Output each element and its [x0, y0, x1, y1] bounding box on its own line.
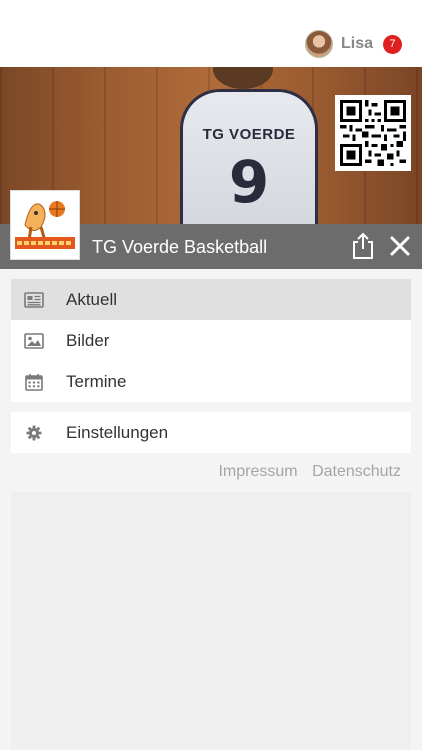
- user-name[interactable]: Lisa: [341, 35, 373, 53]
- impressum-link[interactable]: Impressum: [218, 463, 297, 480]
- menu-label-termine: Termine: [66, 371, 127, 391]
- image-icon: [24, 331, 44, 351]
- notification-badge[interactable]: 7: [383, 34, 402, 54]
- menu-item-termine[interactable]: Termine: [11, 361, 411, 402]
- share-icon: [353, 232, 373, 259]
- settings-menu: Einstellungen: [11, 412, 411, 453]
- newspaper-icon: [24, 290, 44, 310]
- gear-icon: [24, 423, 44, 443]
- footer-links: Impressum Datenschutz: [218, 463, 401, 481]
- player-jersey: TG VOERDE 9: [180, 89, 318, 224]
- menu-label-aktuell: Aktuell: [66, 289, 118, 309]
- datenschutz-link[interactable]: Datenschutz: [312, 463, 401, 480]
- content-placeholder: [11, 492, 411, 750]
- menu-item-einstellungen[interactable]: Einstellungen: [11, 412, 411, 453]
- jersey-team-text: TG VOERDE: [202, 126, 296, 143]
- menu-item-bilder[interactable]: Bilder: [11, 320, 411, 361]
- main-menu: Aktuell Bilder Termine: [11, 279, 411, 402]
- calendar-icon: [24, 372, 44, 392]
- avatar[interactable]: [304, 30, 333, 58]
- qr-code[interactable]: [335, 95, 411, 171]
- user-profile[interactable]: Lisa 7: [304, 30, 402, 58]
- close-icon: [390, 236, 410, 256]
- share-button[interactable]: [350, 232, 376, 260]
- close-button[interactable]: [387, 233, 413, 259]
- top-bar: Lisa 7: [0, 0, 422, 67]
- menu-label-einstellungen: Einstellungen: [66, 422, 169, 442]
- club-name: TG Voerde Basketball: [92, 237, 268, 257]
- jersey-number: 9: [228, 148, 270, 216]
- menu-label-bilder: Bilder: [66, 330, 110, 350]
- player-head: [213, 67, 273, 89]
- club-logo: [10, 190, 80, 260]
- menu-item-aktuell[interactable]: Aktuell: [11, 279, 411, 320]
